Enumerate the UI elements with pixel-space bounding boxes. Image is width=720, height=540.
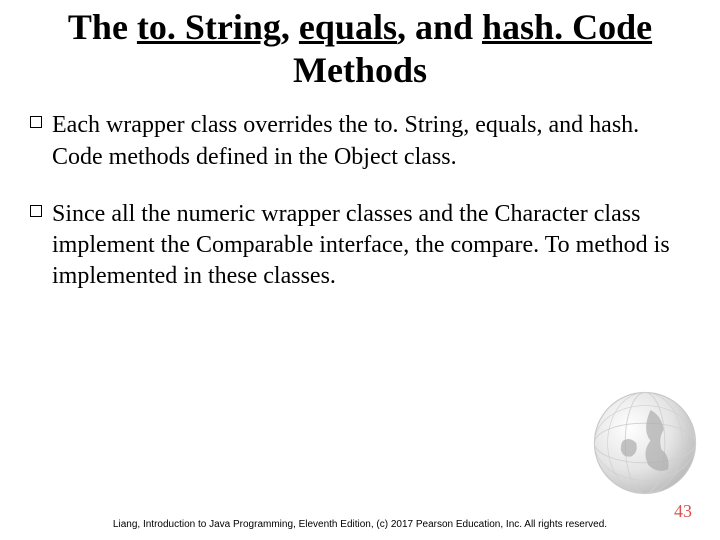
slide: The to. String, equals, and hash. Code M… xyxy=(0,0,720,540)
title-sep-2: , and xyxy=(397,7,482,47)
bullet-square-icon xyxy=(30,116,42,128)
list-item: Each wrapper class overrides the to. Str… xyxy=(52,110,684,172)
bullet-list: Each wrapper class overrides the to. Str… xyxy=(14,110,706,292)
list-item: Since all the numeric wrapper classes an… xyxy=(52,199,684,293)
footer-citation: Liang, Introduction to Java Programming,… xyxy=(0,519,720,530)
title-underline-1: to. String xyxy=(137,7,281,47)
title-underline-2: equals xyxy=(299,7,397,47)
slide-title: The to. String, equals, and hash. Code M… xyxy=(14,6,706,92)
title-underline-3: hash. Code xyxy=(482,7,652,47)
bullet-text: Since all the numeric wrapper classes an… xyxy=(52,201,670,289)
title-sep-1: , xyxy=(281,7,299,47)
page-number: 43 xyxy=(674,501,692,522)
bullet-text: Each wrapper class overrides the to. Str… xyxy=(52,112,639,169)
globe-icon xyxy=(590,388,700,498)
title-text-post: Methods xyxy=(293,50,427,90)
bullet-square-icon xyxy=(30,205,42,217)
title-text-pre: The xyxy=(68,7,137,47)
